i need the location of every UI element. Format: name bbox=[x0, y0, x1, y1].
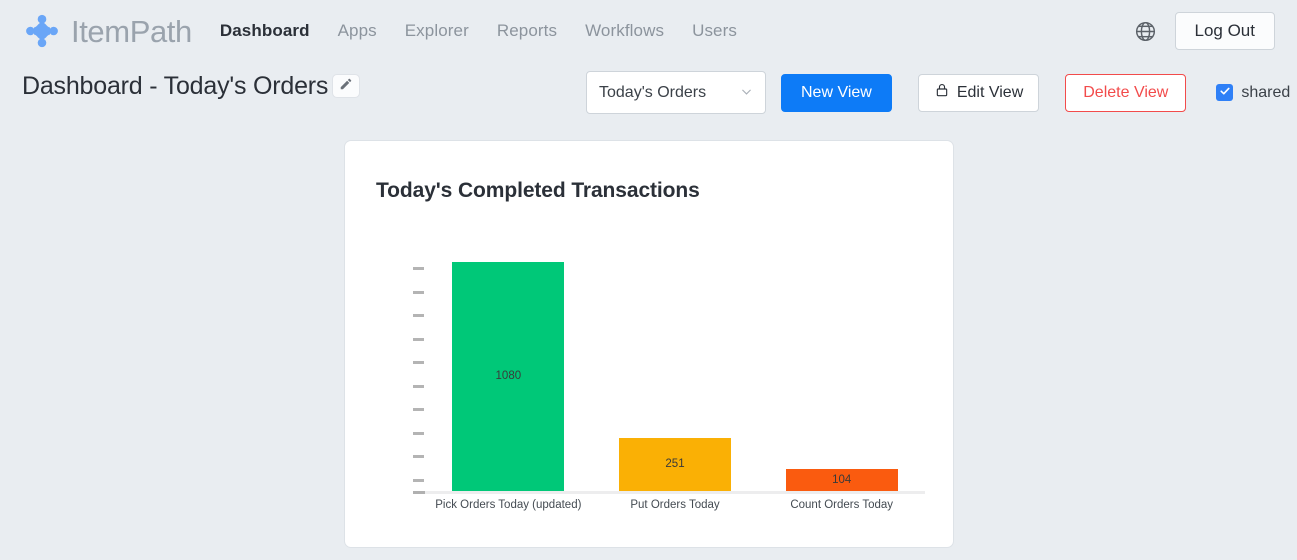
dashboard-page: ItemPath Dashboard Apps Explorer Reports… bbox=[0, 0, 1297, 560]
page-title: Dashboard - Today's Orders bbox=[22, 72, 329, 100]
bar-chart: 1080 251 104 Pick Orders Today (updated)… bbox=[375, 236, 925, 511]
bar-value-label: 1080 bbox=[495, 370, 522, 383]
edit-view-button[interactable]: Edit View bbox=[917, 73, 1040, 112]
bar-series: 1080 251 104 bbox=[425, 236, 925, 491]
delete-view-button[interactable]: Delete View bbox=[1065, 73, 1187, 112]
x-axis-label-pick-orders: Pick Orders Today (updated) bbox=[435, 499, 582, 511]
view-select-value: Today's Orders bbox=[599, 83, 707, 101]
y-axis-tick bbox=[413, 361, 424, 365]
view-select[interactable]: Today's Orders bbox=[586, 71, 766, 114]
nav-item-users[interactable]: Users bbox=[692, 21, 737, 41]
shared-label: shared bbox=[1241, 83, 1291, 101]
view-toolbar: Today's Orders New View Edit View Delete… bbox=[586, 71, 1290, 114]
chart-plot-area: 1080 251 104 bbox=[413, 236, 925, 494]
y-axis-tick bbox=[413, 431, 424, 435]
y-axis-tick bbox=[413, 478, 424, 482]
y-axis-tick bbox=[413, 408, 424, 412]
y-axis-tick bbox=[413, 267, 424, 271]
x-axis-labels: Pick Orders Today (updated) Put Orders T… bbox=[425, 499, 925, 511]
top-nav-actions: Log Out bbox=[1133, 11, 1275, 51]
main-nav: Dashboard Apps Explorer Reports Workflow… bbox=[220, 21, 737, 41]
shared-toggle[interactable]: shared bbox=[1216, 84, 1290, 102]
new-view-button[interactable]: New View bbox=[781, 73, 892, 112]
nav-item-explorer[interactable]: Explorer bbox=[405, 21, 469, 41]
chevron-down-icon bbox=[740, 85, 753, 100]
lock-icon bbox=[934, 82, 950, 103]
bar-put-orders-today[interactable]: 251 bbox=[619, 437, 731, 491]
x-axis-line bbox=[425, 491, 925, 494]
nav-item-reports[interactable]: Reports bbox=[497, 21, 557, 41]
check-icon bbox=[1219, 84, 1231, 102]
y-axis-origin-tick bbox=[413, 491, 425, 494]
y-axis-tick bbox=[413, 290, 424, 294]
pencil-icon bbox=[339, 77, 353, 96]
edit-view-label: Edit View bbox=[956, 83, 1024, 101]
y-axis-ticks bbox=[413, 236, 425, 508]
x-axis-label-count-orders: Count Orders Today bbox=[790, 499, 894, 511]
edit-title-button[interactable] bbox=[332, 74, 360, 98]
nav-item-dashboard[interactable]: Dashboard bbox=[220, 21, 310, 41]
x-axis-label-put-orders: Put Orders Today bbox=[630, 499, 720, 511]
brand-logo[interactable]: ItemPath bbox=[22, 11, 192, 51]
bar-column: 1080 bbox=[425, 236, 592, 491]
nav-item-workflows[interactable]: Workflows bbox=[585, 21, 664, 41]
chart-card: Today's Completed Transactions 1080 251 bbox=[344, 140, 954, 548]
brand-name: ItemPath bbox=[71, 13, 192, 49]
chart-title: Today's Completed Transactions bbox=[376, 179, 700, 202]
bar-column: 104 bbox=[758, 236, 925, 491]
y-axis-tick bbox=[413, 314, 424, 318]
top-navigation-bar: ItemPath Dashboard Apps Explorer Reports… bbox=[0, 0, 1297, 62]
globe-icon[interactable] bbox=[1133, 18, 1159, 44]
bar-pick-orders-today[interactable]: 1080 bbox=[452, 261, 565, 491]
y-axis-tick bbox=[413, 337, 424, 341]
logout-button[interactable]: Log Out bbox=[1174, 11, 1275, 51]
shared-checkbox[interactable] bbox=[1216, 84, 1234, 102]
y-axis-tick bbox=[413, 455, 424, 459]
bar-value-label: 251 bbox=[665, 458, 685, 471]
bar-count-orders-today[interactable]: 104 bbox=[785, 468, 898, 491]
bar-value-label: 104 bbox=[832, 473, 852, 486]
nav-item-apps[interactable]: Apps bbox=[338, 21, 377, 41]
y-axis-tick bbox=[413, 384, 424, 388]
page-header-row: Dashboard - Today's Orders Today's Order… bbox=[0, 62, 1297, 122]
bar-column: 251 bbox=[592, 236, 759, 491]
itempath-dots-logo-icon bbox=[22, 11, 62, 51]
